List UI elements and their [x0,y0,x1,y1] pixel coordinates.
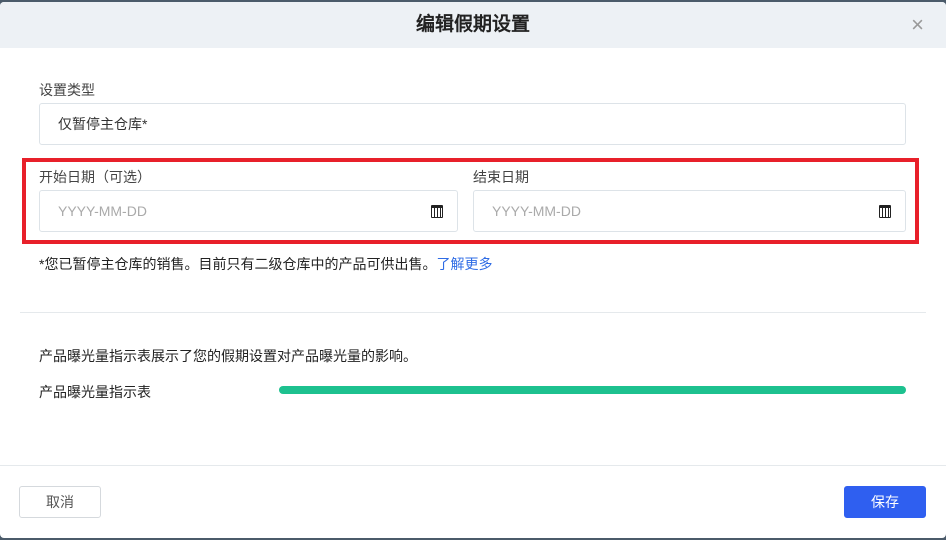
end-date-input[interactable]: YYYY-MM-DD [473,190,906,232]
dialog-title: 编辑假期设置 [415,14,530,35]
type-select[interactable]: 仅暂停主仓库* [39,103,906,145]
learn-more-link[interactable]: 了解更多 [436,256,492,272]
start-date-input[interactable]: YYYY-MM-DD [39,190,458,232]
pause-note: *您已暂停主仓库的销售。目前只有二级仓库中的产品可供出售。了解更多 [39,254,492,274]
footer-divider [0,465,946,466]
calendar-icon[interactable] [879,205,891,218]
end-date-label: 结束日期 [473,169,529,185]
note-text: *您已暂停主仓库的销售。目前只有二级仓库中的产品可供出售。 [39,256,437,272]
close-icon[interactable]: × [911,2,924,48]
exposure-label: 产品曝光量指示表 [39,384,151,400]
exposure-indicator-bar [279,386,906,394]
start-date-placeholder: YYYY-MM-DD [58,203,147,219]
divider [20,312,926,313]
end-date-placeholder: YYYY-MM-DD [492,203,581,219]
exposure-description: 产品曝光量指示表展示了您的假期设置对产品曝光量的影响。 [39,348,417,364]
cancel-button[interactable]: 取消 [19,486,101,518]
type-label: 设置类型 [39,82,95,98]
edit-vacation-dialog: 编辑假期设置 × 设置类型 仅暂停主仓库* 开始日期（可选） YYYY-MM-D… [0,2,946,538]
save-button[interactable]: 保存 [844,486,926,518]
start-date-label: 开始日期（可选） [39,169,151,185]
dialog-header: 编辑假期设置 × [0,2,946,48]
calendar-icon[interactable] [431,205,443,218]
type-value: 仅暂停主仓库* [58,116,148,132]
